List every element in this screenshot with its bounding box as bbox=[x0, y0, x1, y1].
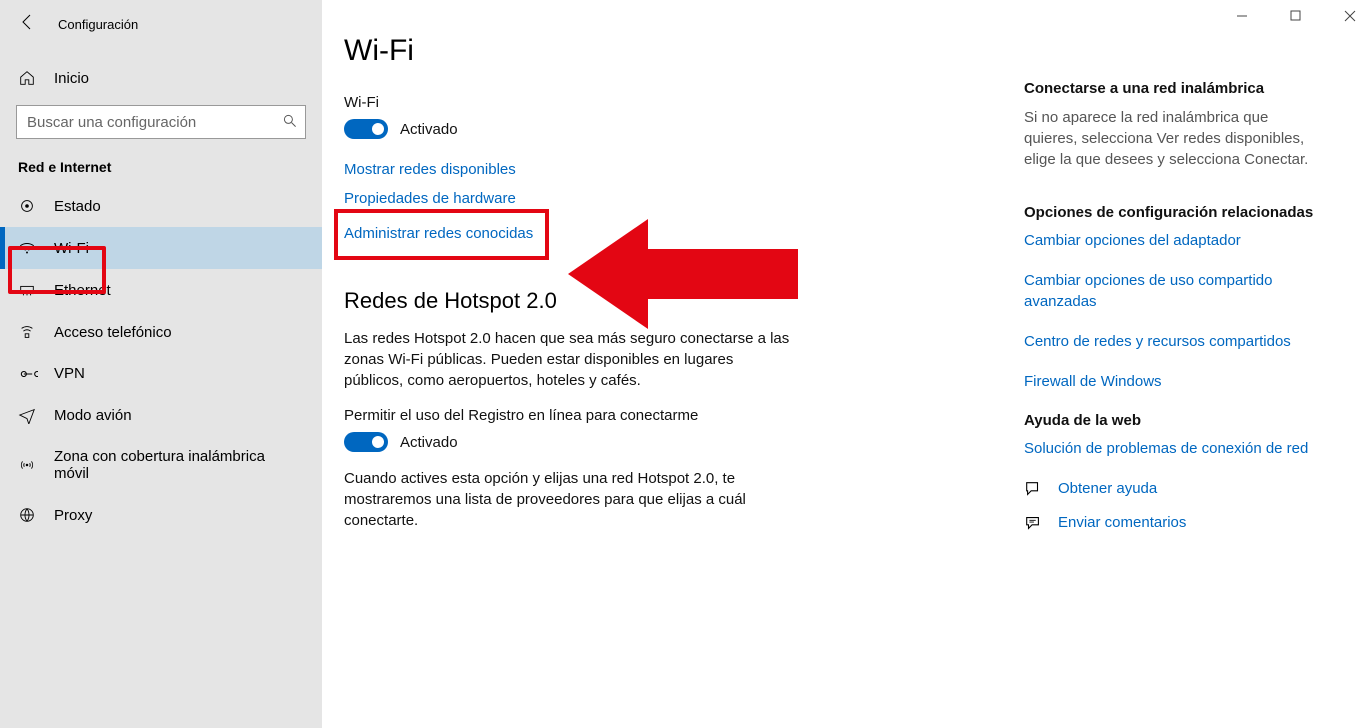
search-icon bbox=[282, 113, 298, 134]
help-head: Ayuda de la web bbox=[1024, 412, 1314, 429]
sidebar-item-label: Acceso telefónico bbox=[54, 324, 172, 341]
show-networks-link[interactable]: Mostrar redes disponibles bbox=[344, 161, 516, 178]
wifi-toggle-state: Activado bbox=[400, 121, 458, 138]
feedback-icon bbox=[1024, 514, 1044, 532]
page-title: Wi-Fi bbox=[344, 34, 1004, 68]
window-controls bbox=[1227, 4, 1365, 28]
sidebar-item-dialup[interactable]: Acceso telefónico bbox=[0, 311, 322, 353]
vpn-icon bbox=[18, 367, 46, 381]
related-link-center[interactable]: Centro de redes y recursos compartidos bbox=[1024, 332, 1314, 352]
sidebar-item-label: VPN bbox=[54, 365, 85, 382]
wifi-toggle[interactable] bbox=[344, 119, 388, 139]
hotspot-desc: Las redes Hotspot 2.0 hacen que sea más … bbox=[344, 328, 794, 391]
status-icon bbox=[18, 197, 46, 215]
wifi-icon bbox=[18, 239, 46, 257]
home-icon bbox=[18, 69, 46, 87]
sidebar-item-label: Modo avión bbox=[54, 407, 132, 424]
hotspot-toggle-state: Activado bbox=[400, 434, 458, 451]
ethernet-icon bbox=[18, 281, 46, 299]
back-icon[interactable] bbox=[18, 12, 50, 37]
sidebar-item-estado[interactable]: Estado bbox=[0, 185, 322, 227]
help-icon bbox=[1024, 480, 1044, 498]
hotspot-heading: Redes de Hotspot 2.0 bbox=[344, 288, 1004, 314]
get-help-row[interactable]: Obtener ayuda bbox=[1024, 480, 1314, 498]
sidebar-item-proxy[interactable]: Proxy bbox=[0, 494, 322, 536]
wifi-toggle-row: Activado bbox=[344, 119, 1004, 139]
maximize-button[interactable] bbox=[1281, 4, 1311, 28]
section-title: Red e Internet bbox=[0, 153, 322, 185]
get-help-link[interactable]: Obtener ayuda bbox=[1058, 480, 1157, 497]
airplane-icon bbox=[18, 406, 46, 424]
home-label: Inicio bbox=[54, 70, 89, 87]
main-panel: Wi-Fi Wi-Fi Activado Mostrar redes dispo… bbox=[344, 34, 1004, 728]
feedback-row[interactable]: Enviar comentarios bbox=[1024, 514, 1314, 532]
help-link[interactable]: Solución de problemas de conexión de red bbox=[1024, 439, 1314, 459]
hardware-props-link[interactable]: Propiedades de hardware bbox=[344, 190, 516, 207]
dialup-icon bbox=[18, 323, 46, 341]
related-link-firewall[interactable]: Firewall de Windows bbox=[1024, 372, 1314, 392]
highlight-box-manage bbox=[334, 209, 549, 260]
proxy-icon bbox=[18, 506, 46, 524]
window-title: Configuración bbox=[58, 17, 138, 32]
connect-head: Conectarse a una red inalámbrica bbox=[1024, 80, 1314, 97]
feedback-link[interactable]: Enviar comentarios bbox=[1058, 514, 1186, 531]
sidebar: Configuración Inicio Red e Internet Esta… bbox=[0, 0, 322, 728]
sidebar-item-label: Wi-Fi bbox=[54, 240, 89, 257]
content: Wi-Fi Wi-Fi Activado Mostrar redes dispo… bbox=[322, 0, 1367, 728]
sidebar-item-label: Proxy bbox=[54, 507, 92, 524]
hotspot-toggle[interactable] bbox=[344, 432, 388, 452]
sidebar-item-ethernet[interactable]: Ethernet bbox=[0, 269, 322, 311]
hotspot-icon bbox=[18, 456, 46, 474]
related-link-sharing[interactable]: Cambiar opciones de uso compartido avanz… bbox=[1024, 271, 1314, 312]
minimize-button[interactable] bbox=[1227, 4, 1257, 28]
close-button[interactable] bbox=[1335, 4, 1365, 28]
nav-list: Estado Wi-Fi Ethernet Acceso telefónico … bbox=[0, 185, 322, 536]
related-link-adapter[interactable]: Cambiar opciones del adaptador bbox=[1024, 231, 1314, 251]
topbar: Configuración bbox=[0, 8, 322, 57]
right-rail: Conectarse a una red inalámbrica Si no a… bbox=[1004, 34, 1314, 728]
sidebar-item-label: Estado bbox=[54, 198, 101, 215]
home-row[interactable]: Inicio bbox=[0, 57, 322, 99]
sidebar-item-wifi[interactable]: Wi-Fi bbox=[0, 227, 322, 269]
hotspot-desc2: Cuando actives esta opción y elijas una … bbox=[344, 468, 794, 531]
search-input[interactable] bbox=[16, 105, 306, 139]
sidebar-item-airplane[interactable]: Modo avión bbox=[0, 394, 322, 436]
sidebar-item-label: Zona con cobertura inalámbrica móvil bbox=[54, 448, 304, 482]
related-head: Opciones de configuración relacionadas bbox=[1024, 204, 1314, 221]
wifi-links: Mostrar redes disponibles Propiedades de… bbox=[344, 155, 1004, 254]
search-box bbox=[16, 105, 306, 139]
sidebar-item-label: Ethernet bbox=[54, 282, 111, 299]
hotspot-permit-label: Permitir el uso del Registro en línea pa… bbox=[344, 407, 1004, 424]
sidebar-item-hotspot[interactable]: Zona con cobertura inalámbrica móvil bbox=[0, 436, 322, 494]
connect-text: Si no aparece la red inalámbrica que qui… bbox=[1024, 107, 1314, 170]
hotspot-toggle-row: Activado bbox=[344, 432, 1004, 452]
sidebar-item-vpn[interactable]: VPN bbox=[0, 353, 322, 394]
wifi-label: Wi-Fi bbox=[344, 94, 1004, 111]
